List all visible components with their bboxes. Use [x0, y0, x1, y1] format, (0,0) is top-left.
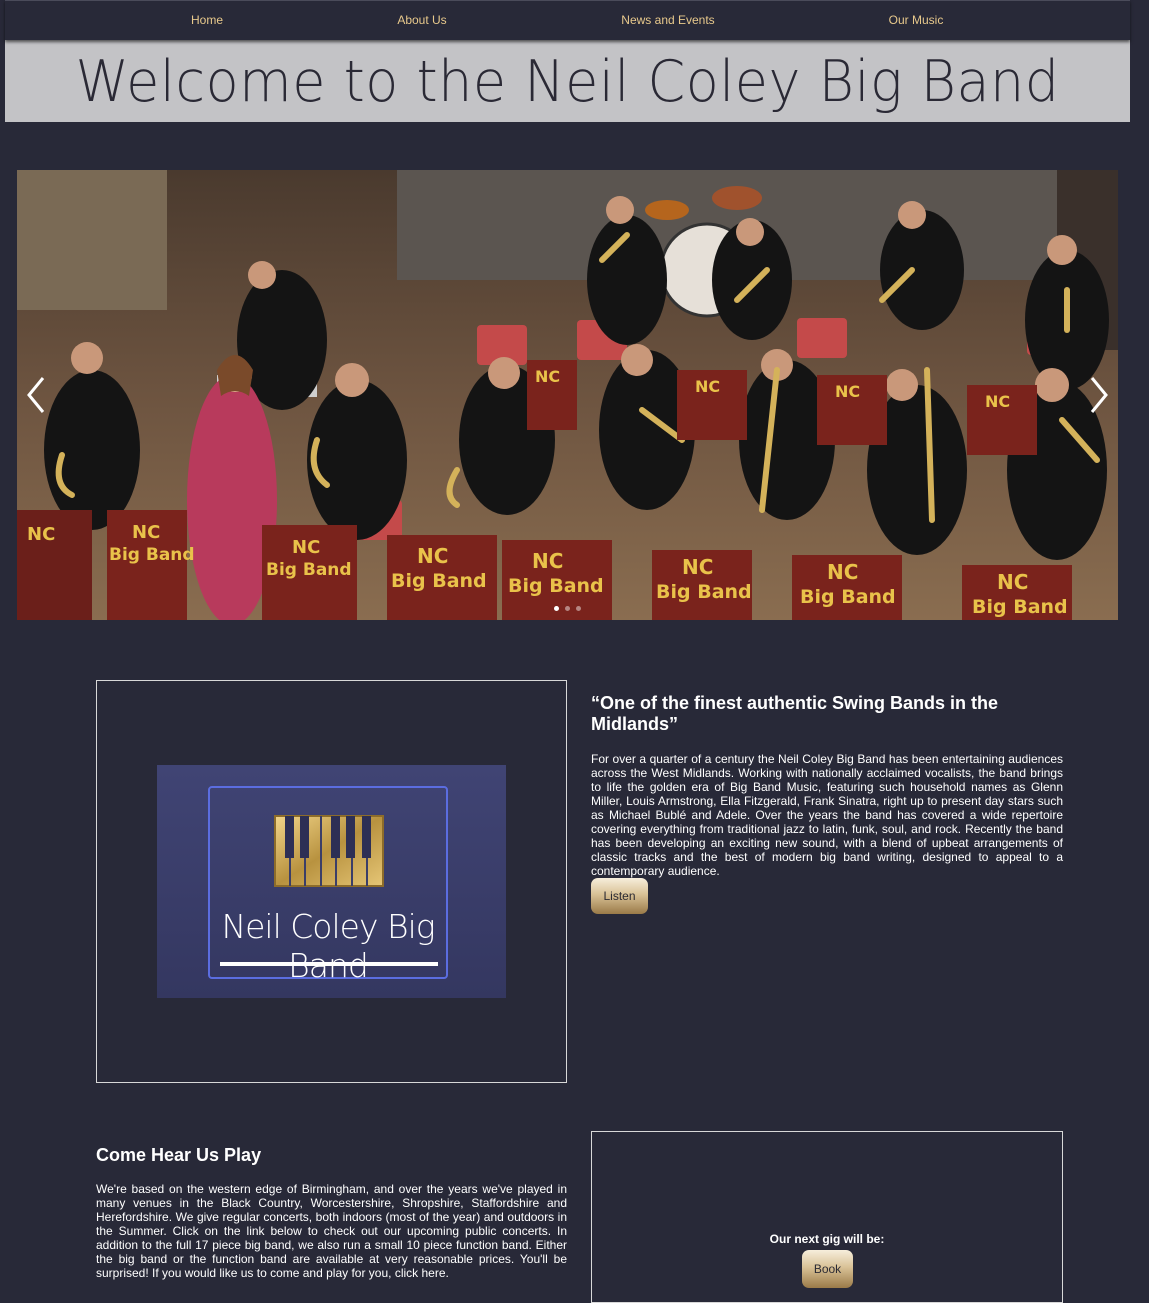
stand-text: Big Band	[656, 581, 752, 603]
stand-text: NC	[417, 544, 448, 568]
stand-text: Big Band	[109, 545, 195, 565]
nav-home[interactable]: Home	[191, 13, 223, 27]
stand-text: NC	[532, 549, 563, 573]
nav-about-us[interactable]: About Us	[397, 13, 446, 27]
band-photo: NC NC Big Band NC Big Band NC Big Band N…	[17, 170, 1118, 620]
top-nav: Home About Us News and Events Our Music	[5, 0, 1130, 40]
intro-quote: “One of the finest authentic Swing Bands…	[591, 693, 999, 734]
stand-text: NC	[985, 392, 1010, 411]
carousel-prev-button[interactable]	[19, 370, 53, 420]
stand-text: Big Band	[800, 586, 896, 608]
header-banner: Welcome to the Neil Coley Big Band	[5, 40, 1130, 122]
listen-button[interactable]: Listen	[591, 878, 648, 914]
next-gig-panel: Our next gig will be: Book	[591, 1131, 1063, 1303]
page-title: Welcome to the Neil Coley Big Band	[75, 47, 1060, 115]
nav-our-music[interactable]: Our Music	[889, 13, 944, 27]
stand-text: NC	[997, 570, 1028, 594]
stand-text: NC	[535, 367, 560, 386]
stand-text: Big Band	[266, 560, 352, 580]
piano-keys-icon	[274, 815, 384, 887]
stand-text: NC	[827, 560, 858, 584]
play-body: We're based on the western edge of Birmi…	[96, 1182, 567, 1280]
logo-panel: Neil Coley Big Band	[96, 680, 567, 1083]
logo-underline	[220, 962, 438, 966]
intro-body: For over a quarter of a century the Neil…	[591, 752, 1063, 878]
stand-text: NC	[835, 382, 860, 401]
band-logo: Neil Coley Big Band	[157, 765, 506, 998]
stand-text: NC	[27, 524, 55, 545]
stand-text: Big Band	[391, 570, 487, 592]
nav-news-and-events[interactable]: News and Events	[621, 13, 714, 27]
carousel-indicators	[17, 606, 1118, 611]
carousel-dot-3[interactable]	[576, 606, 581, 611]
logo-frame: Neil Coley Big Band	[208, 786, 448, 985]
stand-text: NC	[132, 522, 160, 543]
next-gig-label: Our next gig will be:	[769, 1232, 885, 1246]
stand-text: NC	[292, 537, 320, 558]
carousel-next-button[interactable]	[1082, 370, 1116, 420]
photo-carousel[interactable]: NC NC Big Band NC Big Band NC Big Band N…	[17, 170, 1118, 620]
stand-text: NC	[682, 555, 713, 579]
chevron-left-icon	[27, 377, 45, 413]
stand-text: NC	[695, 377, 720, 396]
carousel-dot-1[interactable]	[554, 606, 559, 611]
play-heading: Come Hear Us Play	[96, 1145, 262, 1165]
logo-name: Neil Coley Big Band	[221, 907, 435, 985]
chevron-right-icon	[1090, 377, 1108, 413]
book-button[interactable]: Book	[802, 1250, 853, 1288]
carousel-dot-2[interactable]	[565, 606, 570, 611]
stand-text: Big Band	[508, 575, 604, 597]
